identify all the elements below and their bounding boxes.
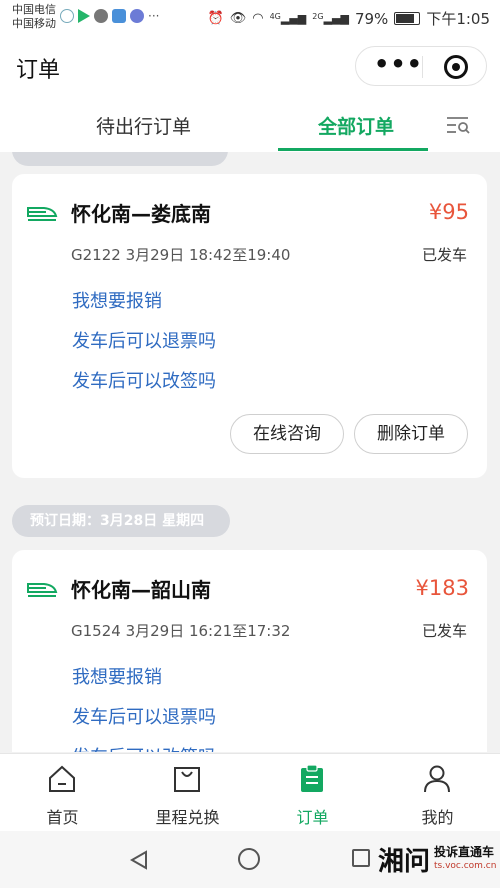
back-icon[interactable] xyxy=(128,849,150,871)
signal-icon-1: 4G▂▄▆ xyxy=(269,12,307,25)
refund-question-link[interactable]: 发车后可以退票吗 xyxy=(72,327,216,353)
network-label-1: 4G xyxy=(269,12,281,21)
shopping-bag-icon xyxy=(174,767,200,792)
route-title: 怀化南—娄底南 xyxy=(71,202,211,226)
mini-program-capsule: ••• xyxy=(355,46,487,86)
notification-icons: ··· xyxy=(60,9,159,23)
order-card[interactable]: 怀化南—娄底南 ¥95 G2122 3月29日 18:42至19:40 已发车 … xyxy=(12,174,487,478)
watermark-text: 投诉直通车 xyxy=(434,845,495,859)
order-status: 已发车 xyxy=(421,246,467,264)
clipboard-icon xyxy=(301,764,323,792)
reschedule-question-link[interactable]: 发车后可以改签吗 xyxy=(72,367,216,393)
tab-label: 首页 xyxy=(46,808,79,827)
trip-info: G1524 3月29日 16:21至17:32 xyxy=(71,622,291,640)
tab-orders[interactable]: 订单 xyxy=(250,754,375,832)
date-pill-partial xyxy=(12,152,228,166)
wechat-icon xyxy=(94,9,108,23)
order-tabs: 待出行订单 全部订单 xyxy=(0,98,500,152)
navigation-bar: 订单 ••• xyxy=(0,36,500,98)
status-bar: 中国电信 中国移动 ··· ⏰ 👁 ◠ 4G▂▄▆ 2G▂▄▆ 79% 下午1:… xyxy=(0,0,500,36)
reschedule-question-link[interactable]: 发车后可以改签吗 xyxy=(72,743,216,752)
order-price: ¥95 xyxy=(428,200,469,224)
route-title: 怀化南—韶山南 xyxy=(71,578,211,602)
tab-label: 订单 xyxy=(296,808,329,827)
booking-date-label: 预订日期：3月28日 星期四 xyxy=(12,505,230,537)
carrier-1: 中国电信 xyxy=(12,3,56,16)
wifi-icon: ◠ xyxy=(252,11,264,26)
tab-pending-orders[interactable]: 待出行订单 xyxy=(96,112,191,139)
home-icon xyxy=(49,765,75,792)
system-navigation-bar: 湘问 投诉直通车 ts.voc.com.cn xyxy=(0,831,500,888)
refund-question-link[interactable]: 发车后可以退票吗 xyxy=(72,703,216,729)
filter-icon[interactable] xyxy=(446,115,470,135)
order-status: 已发车 xyxy=(421,622,467,640)
more-icon[interactable]: ••• xyxy=(374,50,423,78)
close-miniprogram-icon[interactable] xyxy=(444,55,468,79)
clock: 下午1:05 xyxy=(426,10,490,28)
app-icon xyxy=(112,9,126,23)
tab-mileage-exchange[interactable]: 里程兑换 xyxy=(125,754,250,832)
order-price: ¥183 xyxy=(415,576,469,600)
watermark-big-text: 湘问 xyxy=(378,847,431,877)
eye-icon: 👁 xyxy=(229,11,247,26)
tab-all-orders[interactable]: 全部订单 xyxy=(318,112,394,139)
home-button-icon[interactable] xyxy=(238,848,260,870)
reimbursement-link[interactable]: 我想要报销 xyxy=(72,287,162,313)
play-icon xyxy=(78,9,90,23)
signal-icon-2: 2G▂▄▆ xyxy=(312,12,349,25)
battery-percent: 79% xyxy=(354,9,389,28)
train-icon xyxy=(27,207,58,221)
trip-info: G2122 3月29日 18:42至19:40 xyxy=(71,246,291,264)
capsule-divider xyxy=(422,56,423,78)
reimbursement-link[interactable]: 我想要报销 xyxy=(72,663,162,689)
recent-apps-icon[interactable] xyxy=(352,849,370,867)
qq-icon xyxy=(60,9,74,23)
train-icon xyxy=(27,583,58,597)
music-icon xyxy=(130,9,144,23)
tab-profile[interactable]: 我的 xyxy=(375,754,500,832)
page-title: 订单 xyxy=(16,58,61,83)
network-label-2: 2G xyxy=(312,12,324,21)
delete-order-button[interactable]: 删除订单 xyxy=(354,414,468,454)
tab-label: 我的 xyxy=(421,808,454,827)
order-card[interactable]: 怀化南—韶山南 ¥183 G1524 3月29日 16:21至17:32 已发车… xyxy=(12,550,487,752)
active-tab-indicator xyxy=(278,148,428,151)
carrier-2: 中国移动 xyxy=(12,17,56,30)
user-icon xyxy=(424,765,450,793)
tab-home[interactable]: 首页 xyxy=(0,754,125,832)
more-notifications-icon: ··· xyxy=(148,9,160,23)
tab-label: 里程兑换 xyxy=(155,808,220,827)
bottom-tab-bar: 首页 里程兑换 订单 我的 xyxy=(0,753,500,831)
online-consult-button[interactable]: 在线咨询 xyxy=(230,414,344,454)
alarm-icon: ⏰ xyxy=(207,11,224,26)
carrier-info: 中国电信 中国移动 xyxy=(12,3,56,31)
battery-icon xyxy=(394,12,421,25)
watermark-url: ts.voc.com.cn xyxy=(434,861,497,871)
order-list[interactable]: 怀化南—娄底南 ¥95 G2122 3月29日 18:42至19:40 已发车 … xyxy=(0,152,500,752)
